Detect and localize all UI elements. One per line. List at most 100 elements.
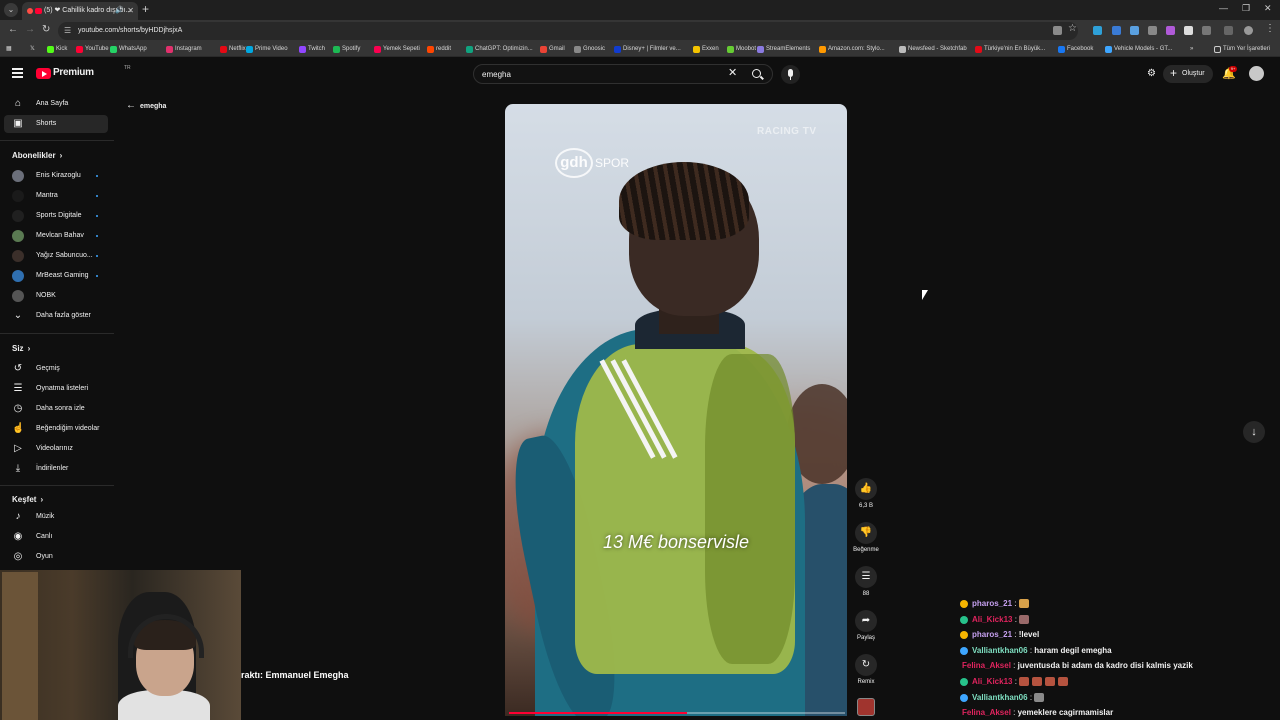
sidebar-item[interactable]: ▣ Shorts — [4, 115, 108, 133]
bookmark-item[interactable]: Newsfeed - Sketchfab — [899, 44, 967, 55]
x-bookmark-icon[interactable]: 𝕏 — [30, 44, 35, 55]
remix-icon[interactable]: ↻ — [855, 654, 877, 676]
extension-icon[interactable] — [1184, 26, 1193, 35]
bookmark-star-icon[interactable]: ☆ — [1068, 23, 1077, 34]
voice-search-icon[interactable] — [781, 65, 800, 84]
sidebar-subscription[interactable]: Mantra — [4, 187, 108, 205]
video-progress-bar[interactable] — [509, 712, 845, 714]
bookmark-item[interactable]: Vehicle Models - GT... — [1105, 44, 1172, 55]
bookmark-item[interactable]: Facebook — [1058, 44, 1093, 55]
sound-thumbnail[interactable] — [857, 698, 875, 716]
bookmark-item[interactable]: ChatGPT: Optimizin... — [466, 44, 533, 55]
sidebar-subscription[interactable]: NOBK — [4, 287, 108, 305]
chat-username[interactable]: pharos_21 — [972, 599, 1012, 608]
forward-icon[interactable]: → — [25, 24, 35, 35]
bookmark-item[interactable]: Gmail — [540, 44, 565, 55]
guide-menu-icon[interactable] — [12, 68, 23, 78]
comments-action[interactable]: ☰ 88 — [854, 566, 878, 597]
bookmark-item[interactable]: Amazon.com: Stylo... — [819, 44, 885, 55]
sidebar-item[interactable]: ▷ Videolarınız — [4, 440, 108, 458]
bookmark-item[interactable]: Spotify — [333, 44, 360, 55]
dislike-action[interactable]: 👎 Beğenme — [853, 522, 879, 553]
clear-search-icon[interactable]: ✕ — [728, 66, 737, 79]
minimize-icon[interactable]: — — [1219, 3, 1228, 13]
bookmark-item[interactable]: Yemek Sepeti — [374, 44, 420, 55]
bookmark-item[interactable]: reddit — [427, 44, 451, 55]
apps-icon[interactable]: ▦ — [6, 44, 12, 55]
sidebar-item[interactable]: ⤓ İndirilenler — [4, 460, 108, 478]
chat-username[interactable]: Ali_Kick13 — [972, 677, 1012, 686]
browser-tab-active[interactable]: (5) ❤ Cahillik kadro dışı bı... 🔊 ✕ — [22, 2, 138, 20]
back-icon[interactable]: ← — [8, 24, 18, 35]
explore-header[interactable]: Keşfet › — [12, 495, 43, 504]
restore-icon[interactable]: ❐ — [1242, 3, 1250, 14]
bookmark-item[interactable]: Instagram — [166, 44, 202, 55]
chat-username[interactable]: Felina_Aksel — [962, 661, 1011, 670]
like-icon[interactable]: 👍 — [855, 478, 877, 500]
share-icon[interactable]: ➦ — [855, 610, 877, 632]
bookmark-item[interactable]: Türkiye'nin En Büyük... — [975, 44, 1045, 55]
next-short-button[interactable]: ↓ — [1243, 421, 1265, 443]
show-more-button[interactable]: ⌄ Daha fazla göster — [4, 307, 108, 325]
chat-username[interactable]: pharos_21 — [972, 630, 1012, 639]
extension-icon[interactable] — [1148, 26, 1157, 35]
you-header[interactable]: Siz › — [12, 344, 30, 353]
chat-username[interactable]: Valliantkhan06 — [972, 693, 1028, 702]
sidebar-item[interactable]: ♪ Müzik — [4, 508, 108, 526]
tab-search-icon[interactable]: ⌄ — [4, 3, 18, 17]
sidebar-subscription[interactable]: Enis Kirazoglu — [4, 167, 108, 185]
dislike-icon[interactable]: 👎 — [855, 522, 877, 544]
bookmark-item[interactable]: Gnoosic — [574, 44, 605, 55]
sidebar-subscription[interactable]: Yağız Sabuncuo... — [4, 247, 108, 265]
bookmark-item[interactable]: Netflix — [220, 44, 246, 55]
sidebar-item[interactable]: ☰ Oynatma listeleri — [4, 380, 108, 398]
extension-icon[interactable] — [1112, 26, 1121, 35]
bookmark-item[interactable]: Twitch — [299, 44, 325, 55]
account-avatar[interactable] — [1249, 66, 1264, 81]
profile-icon[interactable] — [1244, 26, 1253, 35]
more-bookmarks-icon[interactable]: » — [1190, 44, 1193, 55]
subscriptions-header[interactable]: Abonelikler › — [12, 151, 62, 160]
reload-icon[interactable]: ↻ — [42, 24, 50, 35]
chat-username[interactable]: Felina_Aksel — [962, 708, 1011, 717]
search-input[interactable]: emegha — [482, 65, 511, 84]
sidebar-subscription[interactable]: Mevlcan Bahav — [4, 227, 108, 245]
sidebar-item[interactable]: ↺ Geçmiş — [4, 360, 108, 378]
extension-icon[interactable] — [1093, 26, 1102, 35]
share-action[interactable]: ➦ Paylaş — [854, 610, 878, 641]
bookmark-item[interactable]: StreamElements — [757, 44, 810, 55]
extension-icon[interactable] — [1130, 26, 1139, 35]
chat-username[interactable]: Valliantkhan06 — [972, 646, 1028, 655]
search-box[interactable]: emegha ✕ — [473, 64, 773, 84]
bookmark-item[interactable]: Moobot — [727, 44, 756, 55]
sidebar-item[interactable]: ◎ Oyun — [4, 548, 108, 566]
sidebar-subscription[interactable]: MrBeast Gaming — [4, 267, 108, 285]
sidebar-item[interactable]: ☝ Beğendiğim videolar — [4, 420, 108, 438]
new-tab-button[interactable]: + — [142, 2, 149, 16]
close-window-icon[interactable]: ✕ — [1264, 3, 1272, 14]
split-view-icon[interactable] — [1224, 26, 1233, 35]
browser-menu-icon[interactable]: ⋮ — [1265, 23, 1275, 34]
cast-icon[interactable] — [1053, 26, 1062, 35]
bookmark-item[interactable]: Prime Video — [246, 44, 288, 55]
bookmark-item[interactable]: Kick — [47, 44, 67, 55]
short-video-player[interactable]: gdh SPOR RACING TV 13 M€ bonservisle — [505, 104, 847, 716]
bookmark-item[interactable]: Exxen — [693, 44, 719, 55]
comments-icon[interactable]: ☰ — [855, 566, 877, 588]
sidebar-item[interactable]: ⌂ Ana Sayfa — [4, 95, 108, 113]
create-button[interactable]: + Oluştur — [1163, 65, 1213, 83]
bookmark-item[interactable]: WhatsApp — [110, 44, 147, 55]
audio-playing-icon[interactable]: 🔊 — [115, 2, 124, 20]
sidebar-item[interactable]: ◉ Canlı — [4, 528, 108, 546]
like-action[interactable]: 👍 6,3 B — [854, 478, 878, 509]
site-info-icon[interactable]: ☰ — [64, 22, 71, 40]
bookmark-item[interactable]: YouTube — [76, 44, 109, 55]
search-icon[interactable] — [752, 69, 761, 78]
back-to-search-link[interactable]: ← emegha — [126, 100, 166, 111]
chat-username[interactable]: Ali_Kick13 — [972, 615, 1012, 624]
address-bar[interactable]: ☰ youtube.com/shorts/byHDDjhsjxA — [58, 22, 1078, 40]
all-bookmarks-folder[interactable]: Tüm Yer İşaretleri — [1214, 44, 1270, 55]
bookmark-item[interactable]: Disney+ | Filmler ve... — [614, 44, 681, 55]
remix-action[interactable]: ↻ Remix — [854, 654, 878, 685]
sidebar-subscription[interactable]: Sports Digitale — [4, 207, 108, 225]
